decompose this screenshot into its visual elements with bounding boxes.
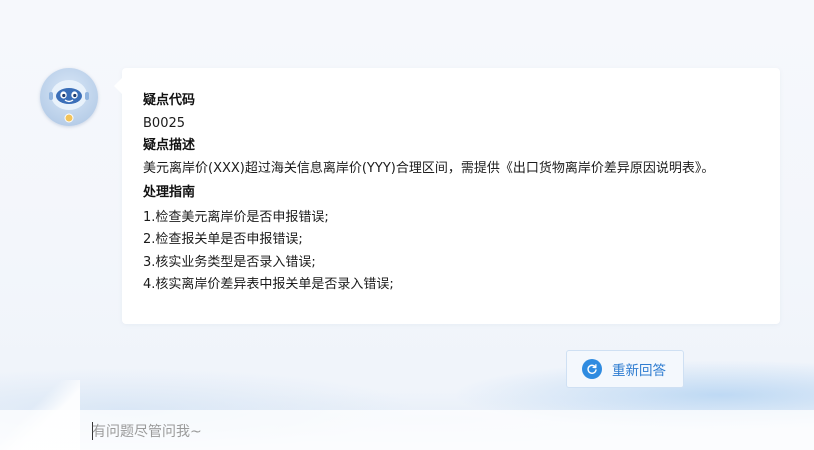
assistant-avatar <box>40 68 98 126</box>
answer-content: 疑点代码 B0025 疑点描述 美元离岸价(XXX)超过海关信息离岸价(YYY)… <box>143 90 768 297</box>
guide-item: 3.核实业务类型是否录入错误; <box>143 254 316 270</box>
robot-assistant-icon <box>49 80 89 123</box>
guide-item: 1.检查美元离岸价是否申报错误; <box>143 209 329 225</box>
description-heading: 疑点描述 <box>143 138 196 153</box>
code-value: B0025 <box>143 115 186 131</box>
guide-heading: 处理指南 <box>143 185 196 200</box>
regenerate-button[interactable]: 重新回答 <box>566 350 684 388</box>
chat-input-bar <box>0 380 814 450</box>
regenerate-label: 重新回答 <box>612 363 666 379</box>
code-heading: 疑点代码 <box>143 93 196 108</box>
chat-input[interactable] <box>90 418 794 446</box>
guide-item: 4.核实离岸价差异表中报关单是否录入错误; <box>143 277 394 292</box>
description-text: 美元离岸价(XXX)超过海关信息离岸价(YYY)合理区间，需提供《出口货物离岸价… <box>143 160 715 176</box>
answer-bubble: 疑点代码 B0025 疑点描述 美元离岸价(XXX)超过海关信息离岸价(YYY)… <box>114 68 780 324</box>
refresh-icon <box>582 359 602 379</box>
guide-item: 2.检查报关单是否申报错误; <box>143 232 303 247</box>
